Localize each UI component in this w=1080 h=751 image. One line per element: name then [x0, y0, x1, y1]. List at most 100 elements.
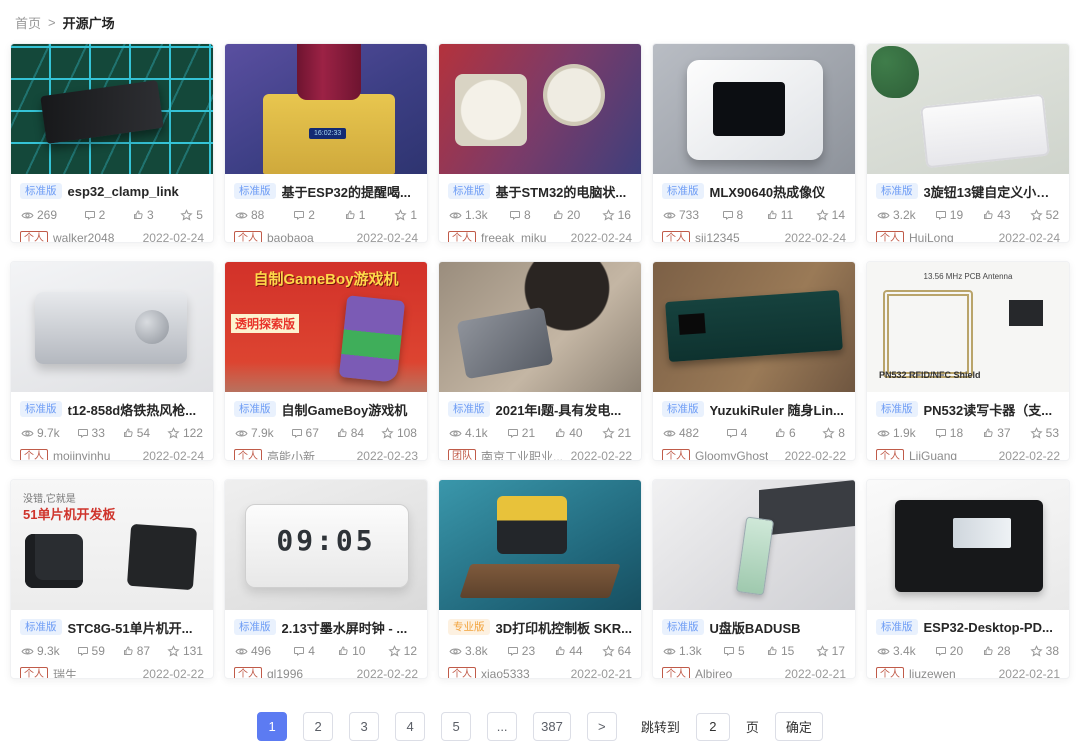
project-card[interactable]: 13.56 MHz PCB AntennaPN532 RFID/NFC Shie… [866, 261, 1070, 461]
owner-type-badge: 个人 [448, 231, 476, 244]
edition-badge: 标准版 [662, 619, 704, 635]
project-card[interactable]: 标准版 YuzukiRuler 随身Lin... 482 4 6 [652, 261, 856, 461]
project-title[interactable]: 2021年I题-具有发电... [496, 400, 633, 419]
project-thumbnail [439, 480, 641, 610]
project-thumbnail [867, 44, 1069, 174]
owner-type-badge: 个人 [234, 449, 262, 462]
comments-count: 5 [723, 643, 745, 659]
thumbnail-text: 16:02:33 [309, 128, 346, 139]
page-button-1[interactable]: 1 [257, 712, 287, 741]
breadcrumb-separator-icon: > [48, 15, 56, 30]
star-icon [1030, 427, 1043, 440]
next-page-button[interactable]: > [587, 712, 617, 741]
breadcrumb-home[interactable]: 首页 [15, 13, 41, 32]
project-title[interactable]: 2.13寸墨水屏时钟 - ... [282, 618, 419, 637]
owner-type-badge: 个人 [20, 231, 48, 244]
project-title[interactable]: MLX90640热成像仪 [710, 182, 847, 201]
likes-count: 37 [982, 425, 1010, 441]
page-button-4[interactable]: 4 [395, 712, 425, 741]
owner-name[interactable]: GloomyGhost [695, 449, 768, 461]
project-card[interactable]: 专业版 3D打印机控制板 SKR... 3.8k 23 44 [438, 479, 642, 679]
owner-name[interactable]: baobaoa [267, 231, 314, 243]
owner-name[interactable]: LiiGuang [909, 449, 957, 461]
edition-badge: 标准版 [662, 401, 704, 417]
edition-badge: 标准版 [20, 183, 62, 199]
eye-icon [877, 645, 890, 658]
owner-name[interactable]: liuzewen [909, 667, 956, 679]
project-stats: 482 4 6 8 [662, 425, 846, 441]
project-title[interactable]: PN532读写卡器（支... [924, 400, 1061, 419]
comments-count: 18 [935, 425, 963, 441]
jump-unit-label: 页 [746, 717, 759, 736]
project-title[interactable]: 3旋钮13键自定义小键盘 [924, 182, 1061, 201]
publish-date: 2022-02-21 [785, 667, 846, 679]
project-card[interactable]: 标准版 esp32_clamp_link 269 2 3 5 [10, 43, 214, 243]
owner-name[interactable]: sjj12345 [695, 231, 740, 243]
owner-type-badge: 个人 [20, 449, 48, 462]
card-meta: 团队 南京工业职业... 2022-02-22 [448, 448, 632, 461]
project-stats: 269 2 3 5 [20, 207, 204, 223]
project-card[interactable]: 标准版 基于STM32的电脑状... 1.3k 8 20 16 [438, 43, 642, 243]
owner-name[interactable]: freeak_miku [481, 231, 546, 243]
owner-name[interactable]: HuiLong [909, 231, 954, 243]
project-card[interactable]: 09:05 标准版 2.13寸墨水屏时钟 - ... 496 4 10 [224, 479, 428, 679]
project-card[interactable]: 标准版 2021年I题-具有发电... 4.1k 21 40 [438, 261, 642, 461]
project-card[interactable]: 标准版 3旋钮13键自定义小键盘 3.2k 19 43 52 [866, 43, 1070, 243]
eye-icon [21, 209, 34, 222]
project-title[interactable]: 基于ESP32的提醒喝... [282, 182, 419, 201]
owner-name[interactable]: 瑞生 [53, 666, 77, 680]
project-card[interactable]: 没错,它就是51单片机开发板 标准版 STC8G-51单片机开... 9.3k … [10, 479, 214, 679]
jump-page-input[interactable] [696, 713, 730, 741]
project-card[interactable]: 标准版 MLX90640热成像仪 733 8 11 14 [652, 43, 856, 243]
comments-count: 8 [722, 207, 744, 223]
card-content: 标准版 MLX90640热成像仪 733 8 11 14 [653, 174, 855, 243]
publish-date: 2022-02-24 [785, 231, 846, 243]
star-icon [602, 209, 615, 222]
project-card[interactable]: 标准版 t12-858d烙铁热风枪... 9.7k 33 54 [10, 261, 214, 461]
card-content: 标准版 PN532读写卡器（支... 1.9k 18 37 5 [867, 392, 1069, 461]
project-title[interactable]: esp32_clamp_link [68, 184, 205, 199]
page-button-5[interactable]: 5 [441, 712, 471, 741]
project-title[interactable]: t12-858d烙铁热风枪... [68, 400, 205, 419]
owner-name[interactable]: mojinyinhu [53, 449, 110, 461]
card-meta: 个人 walker2048 2022-02-24 [20, 230, 204, 243]
project-card[interactable]: 标准版 U盘版BADUSB 1.3k 5 15 17 [652, 479, 856, 679]
owner-name[interactable]: 高能小新 [267, 448, 315, 462]
thumbnail-text: PN532 RFID/NFC Shield [879, 370, 981, 380]
owner-name[interactable]: gl1996 [267, 667, 303, 679]
owner-name[interactable]: walker2048 [53, 231, 114, 243]
comments-count: 2 [293, 207, 315, 223]
project-title[interactable]: 3D打印机控制板 SKR... [496, 618, 633, 637]
project-title[interactable]: STC8G-51单片机开... [68, 618, 205, 637]
owner-type-badge: 个人 [662, 667, 690, 680]
project-thumbnail [11, 262, 213, 392]
owner-name[interactable]: Albireo [695, 667, 732, 679]
owner-name[interactable]: xiao5333 [481, 667, 530, 679]
thumbs-up-icon [982, 645, 994, 657]
project-title[interactable]: U盘版BADUSB [710, 618, 847, 637]
stars-count: 52 [1030, 207, 1059, 223]
project-title[interactable]: ESP32-Desktop-PD... [924, 620, 1061, 635]
project-title[interactable]: 基于STM32的电脑状... [496, 182, 633, 201]
page-button-...[interactable]: ... [487, 712, 517, 741]
page-button-387[interactable]: 387 [533, 712, 571, 741]
page-buttons: 12345... 387 [257, 712, 571, 741]
page-title: 开源广场 [63, 13, 115, 32]
owner-name[interactable]: 南京工业职业... [481, 448, 563, 462]
star-icon [388, 645, 401, 658]
stars-count: 64 [602, 643, 631, 659]
project-stats: 733 8 11 14 [662, 207, 846, 223]
publish-date: 2022-02-21 [999, 667, 1060, 679]
project-card[interactable]: 标准版 ESP32-Desktop-PD... 3.4k 20 28 [866, 479, 1070, 679]
page-button-3[interactable]: 3 [349, 712, 379, 741]
project-card[interactable]: 16:02:33 标准版 基于ESP32的提醒喝... 88 2 1 [224, 43, 428, 243]
project-card[interactable]: 自制GameBoy游戏机透明探索版 标准版 自制GameBoy游戏机 7.9k … [224, 261, 428, 461]
project-title[interactable]: YuzukiRuler 随身Lin... [710, 400, 847, 419]
jump-confirm-button[interactable]: 确定 [775, 712, 823, 741]
project-title[interactable]: 自制GameBoy游戏机 [282, 400, 419, 419]
owner-type-badge: 个人 [876, 449, 904, 462]
owner-type-badge: 个人 [876, 231, 904, 244]
page-button-2[interactable]: 2 [303, 712, 333, 741]
card-meta: 个人 liuzewen 2022-02-21 [876, 666, 1060, 679]
publish-date: 2022-02-21 [571, 667, 632, 679]
